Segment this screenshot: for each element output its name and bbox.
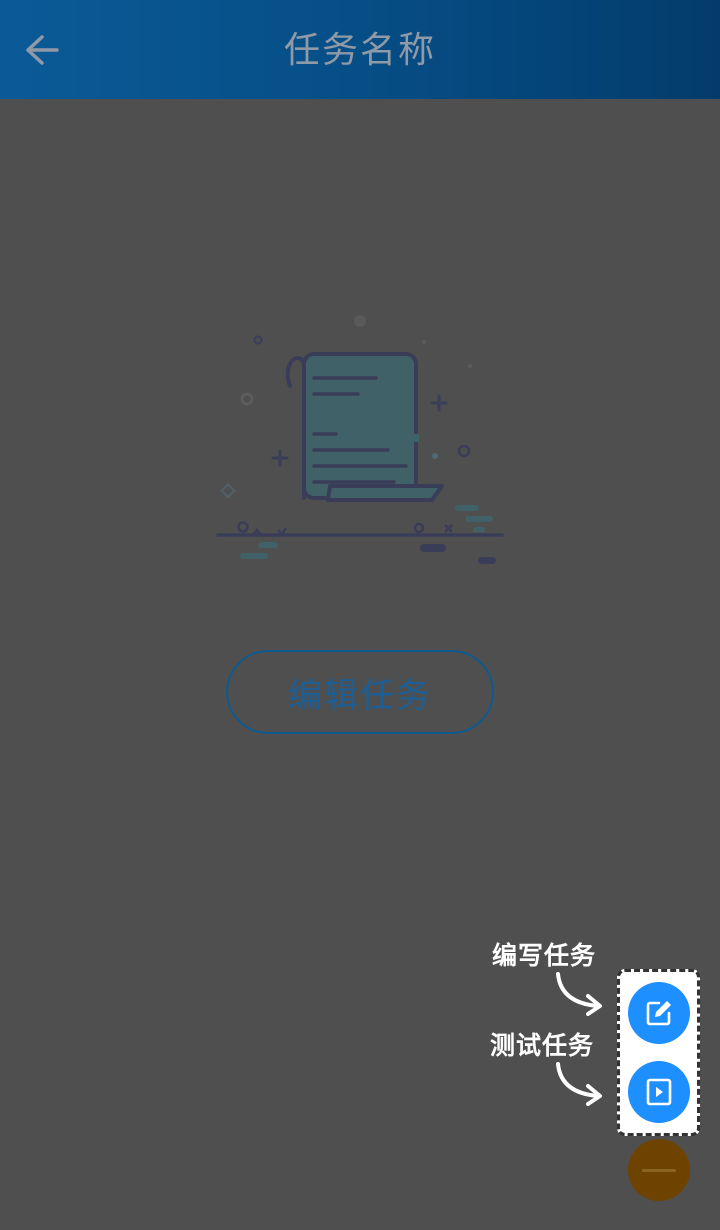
- edit-icon: [646, 1001, 671, 1026]
- write-task-hint: 编写任务: [492, 941, 597, 970]
- play-icon: [646, 1078, 672, 1106]
- write-task-fab[interactable]: [628, 982, 690, 1044]
- collapse-fab[interactable]: [628, 1139, 690, 1201]
- empty-task-illustration: [216, 315, 504, 564]
- edit-task-button[interactable]: 编辑任务: [226, 650, 494, 734]
- app-header: 任务名称: [0, 0, 720, 99]
- test-task-fab[interactable]: [628, 1061, 690, 1123]
- page-title: 任务名称: [283, 30, 436, 71]
- collapse-icon: [642, 1168, 676, 1172]
- curved-arrow-icon: [556, 972, 602, 1016]
- test-task-hint: 测试任务: [490, 1031, 595, 1060]
- curved-arrow-icon: [556, 1062, 602, 1106]
